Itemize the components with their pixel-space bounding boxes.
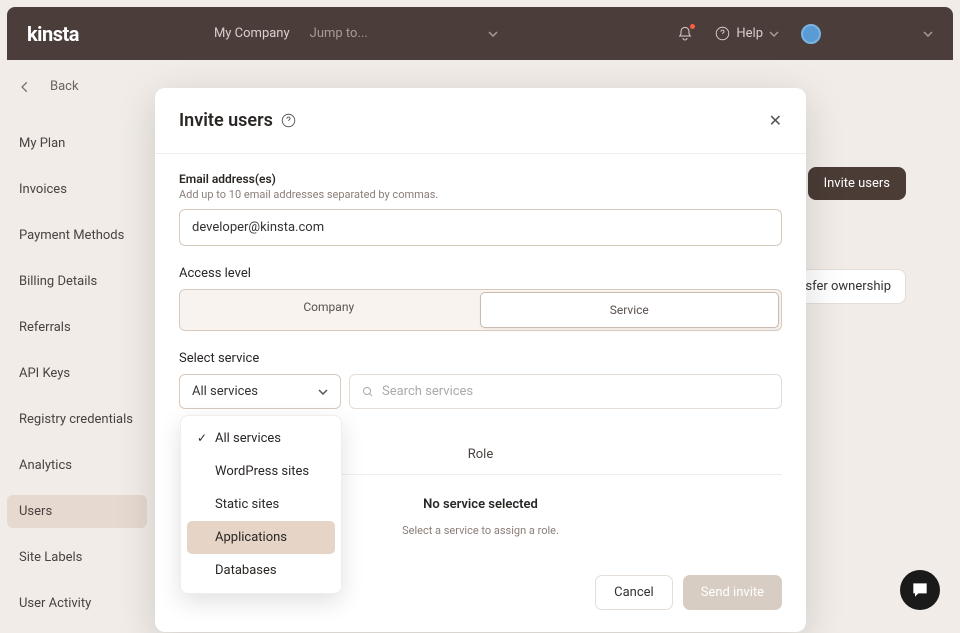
- sidebar-item-site-labels[interactable]: Site Labels: [7, 541, 147, 574]
- company-selector[interactable]: My Company Jump to...: [214, 26, 498, 41]
- sidebar: My Plan Invoices Payment Methods Billing…: [7, 127, 147, 633]
- cancel-button[interactable]: Cancel: [595, 575, 673, 610]
- dropdown-item-all-services[interactable]: All services: [187, 422, 335, 455]
- chat-launcher[interactable]: [900, 570, 940, 610]
- help-button[interactable]: Help: [715, 26, 779, 41]
- select-service-label: Select service: [179, 351, 782, 366]
- sidebar-item-referrals[interactable]: Referrals: [7, 311, 147, 344]
- sidebar-item-users[interactable]: Users: [7, 495, 147, 528]
- invite-users-button[interactable]: Invite users: [808, 167, 906, 200]
- jump-to-label: Jump to...: [310, 26, 368, 41]
- dropdown-item-wordpress-sites[interactable]: WordPress sites: [187, 455, 335, 488]
- sidebar-item-api-keys[interactable]: API Keys: [7, 357, 147, 390]
- dropdown-item-static-sites[interactable]: Static sites: [187, 488, 335, 521]
- close-icon[interactable]: ✕: [769, 111, 782, 130]
- modal-title-text: Invite users: [179, 110, 273, 131]
- search-placeholder: Search services: [382, 384, 473, 399]
- sidebar-item-user-activity[interactable]: User Activity: [7, 587, 147, 620]
- modal-title: Invite users: [179, 110, 296, 131]
- sidebar-item-invoices[interactable]: Invoices: [7, 173, 147, 206]
- service-selected-value: All services: [192, 384, 258, 399]
- access-level-label: Access level: [179, 266, 782, 281]
- arrow-left-icon: [18, 80, 32, 94]
- help-icon: [715, 26, 730, 41]
- sidebar-item-billing-details[interactable]: Billing Details: [7, 265, 147, 298]
- help-icon[interactable]: [281, 113, 296, 128]
- access-company-option[interactable]: Company: [180, 290, 478, 330]
- service-dropdown: All services WordPress sites Static site…: [180, 415, 342, 594]
- email-label: Email address(es): [179, 172, 782, 186]
- access-service-option[interactable]: Service: [480, 292, 780, 328]
- dropdown-item-applications[interactable]: Applications: [187, 521, 335, 554]
- sidebar-item-registry-credentials[interactable]: Registry credentials: [7, 403, 147, 436]
- access-level-segmented: Company Service: [179, 289, 782, 331]
- send-invite-button[interactable]: Send invite: [683, 575, 782, 610]
- back-label: Back: [50, 79, 79, 94]
- dropdown-item-databases[interactable]: Databases: [187, 554, 335, 587]
- search-icon: [362, 386, 374, 398]
- chevron-down-icon: [769, 31, 779, 37]
- avatar[interactable]: [801, 24, 821, 44]
- email-input[interactable]: [179, 209, 782, 246]
- sidebar-item-analytics[interactable]: Analytics: [7, 449, 147, 482]
- chevron-down-icon[interactable]: [923, 31, 933, 37]
- search-services-input[interactable]: Search services: [349, 374, 782, 409]
- logo: kinsta: [27, 22, 79, 46]
- email-help: Add up to 10 email addresses separated b…: [179, 188, 782, 201]
- chevron-down-icon: [488, 31, 498, 37]
- sidebar-item-payment-methods[interactable]: Payment Methods: [7, 219, 147, 252]
- sidebar-item-my-plan[interactable]: My Plan: [7, 127, 147, 160]
- top-header: kinsta My Company Jump to... Help: [7, 7, 953, 60]
- chat-icon: [910, 580, 930, 600]
- invite-users-modal: Invite users ✕ Email address(es) Add up …: [155, 88, 806, 632]
- company-name: My Company: [214, 26, 290, 41]
- help-label: Help: [736, 26, 763, 41]
- chevron-down-icon: [318, 389, 328, 395]
- service-select[interactable]: All services All services WordPress site…: [179, 374, 341, 409]
- bell-icon[interactable]: [677, 26, 693, 42]
